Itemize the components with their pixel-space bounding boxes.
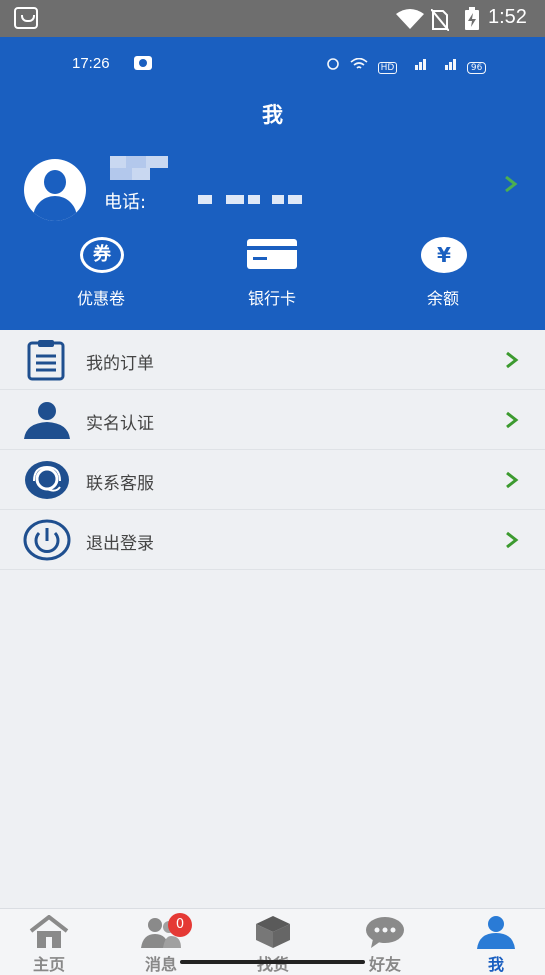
profile-chevron-right-icon [505, 175, 518, 193]
chat-icon [366, 917, 404, 948]
phone-label: 电话: [104, 192, 147, 213]
box-icon [256, 916, 290, 948]
balance-shortcut[interactable]: ¥ 余额 [388, 235, 498, 309]
chevron-right-icon [506, 351, 519, 369]
home-icon [29, 915, 69, 948]
yen-icon: ¥ [388, 235, 498, 275]
coupon-label: 优惠卷 [76, 289, 125, 308]
coupon-shortcut[interactable]: 券 优惠卷 [46, 235, 156, 309]
signal-icon-2 [445, 59, 457, 70]
inner-clock: 17:26 [72, 55, 110, 72]
nav-find-goods[interactable]: 找货 [228, 909, 318, 975]
menu-list: 我的订单 实名认证 联系客服 退出登录 [0, 330, 545, 570]
headset-icon [25, 461, 69, 499]
clipboard-icon [27, 340, 65, 381]
balance-label: 余额 [426, 289, 459, 308]
shortcut-row: 券 优惠卷 银行卡 ¥ 余额 [0, 235, 545, 315]
power-icon [23, 519, 71, 561]
signal-icon [415, 59, 427, 70]
bottom-nav: 主页 0 消息 找货 好友 我 [0, 908, 545, 975]
wifi-icon [396, 9, 424, 29]
hd-badge: HD [377, 62, 398, 74]
home-indicator[interactable] [180, 960, 365, 964]
avatar-head [44, 170, 66, 194]
avatar-body [33, 196, 77, 221]
inner-battery: 96 [466, 62, 487, 74]
message-count-badge: 0 [168, 913, 192, 937]
menu-item-orders[interactable]: 我的订单 [0, 330, 545, 390]
chevron-right-icon [506, 471, 519, 489]
chevron-right-icon [506, 531, 519, 549]
battery-charging-icon [465, 7, 479, 30]
nav-me[interactable]: 我 [451, 909, 541, 975]
record-icon [134, 56, 152, 70]
user-name-redacted [110, 156, 170, 180]
no-sim-icon [431, 9, 449, 31]
alarm-icon [327, 58, 339, 70]
avatar[interactable] [24, 159, 86, 221]
profile-header: 17:26 HD 96 我 电话: 券 优惠卷 银行卡 ¥ 余额 [0, 37, 545, 330]
shopping-bag-icon [14, 7, 38, 29]
menu-item-logout[interactable]: 退出登录 [0, 510, 545, 570]
inner-status-icons: HD 96 [326, 56, 487, 74]
bank-card-shortcut[interactable]: 银行卡 [217, 235, 327, 309]
menu-label-verification: 实名认证 [86, 414, 154, 434]
nav-messages[interactable]: 0 消息 [116, 909, 206, 975]
phone-number-redacted [180, 195, 310, 205]
nav-friends[interactable]: 好友 [340, 909, 430, 975]
page-title: 我 [262, 103, 283, 127]
bank-card-label: 银行卡 [247, 289, 296, 308]
wifi-small-icon [350, 57, 368, 69]
profile-icon [477, 916, 515, 949]
system-clock: 1:52 [488, 6, 527, 28]
person-icon [24, 402, 70, 439]
menu-label-orders: 我的订单 [86, 354, 154, 374]
inner-status-bar: 17:26 HD 96 [0, 37, 545, 83]
bank-card-icon [217, 235, 327, 275]
system-status-bar: 1:52 [0, 0, 545, 37]
menu-item-support[interactable]: 联系客服 [0, 450, 545, 510]
chevron-right-icon [506, 411, 519, 429]
menu-label-logout: 退出登录 [86, 534, 154, 554]
coupon-icon: 券 [46, 235, 156, 275]
profile-row[interactable]: 电话: [0, 147, 545, 227]
menu-item-verification[interactable]: 实名认证 [0, 390, 545, 450]
menu-label-support: 联系客服 [86, 474, 154, 494]
nav-home[interactable]: 主页 [4, 909, 94, 975]
nav-me-label: 我 [487, 955, 504, 974]
nav-home-label: 主页 [32, 955, 65, 974]
